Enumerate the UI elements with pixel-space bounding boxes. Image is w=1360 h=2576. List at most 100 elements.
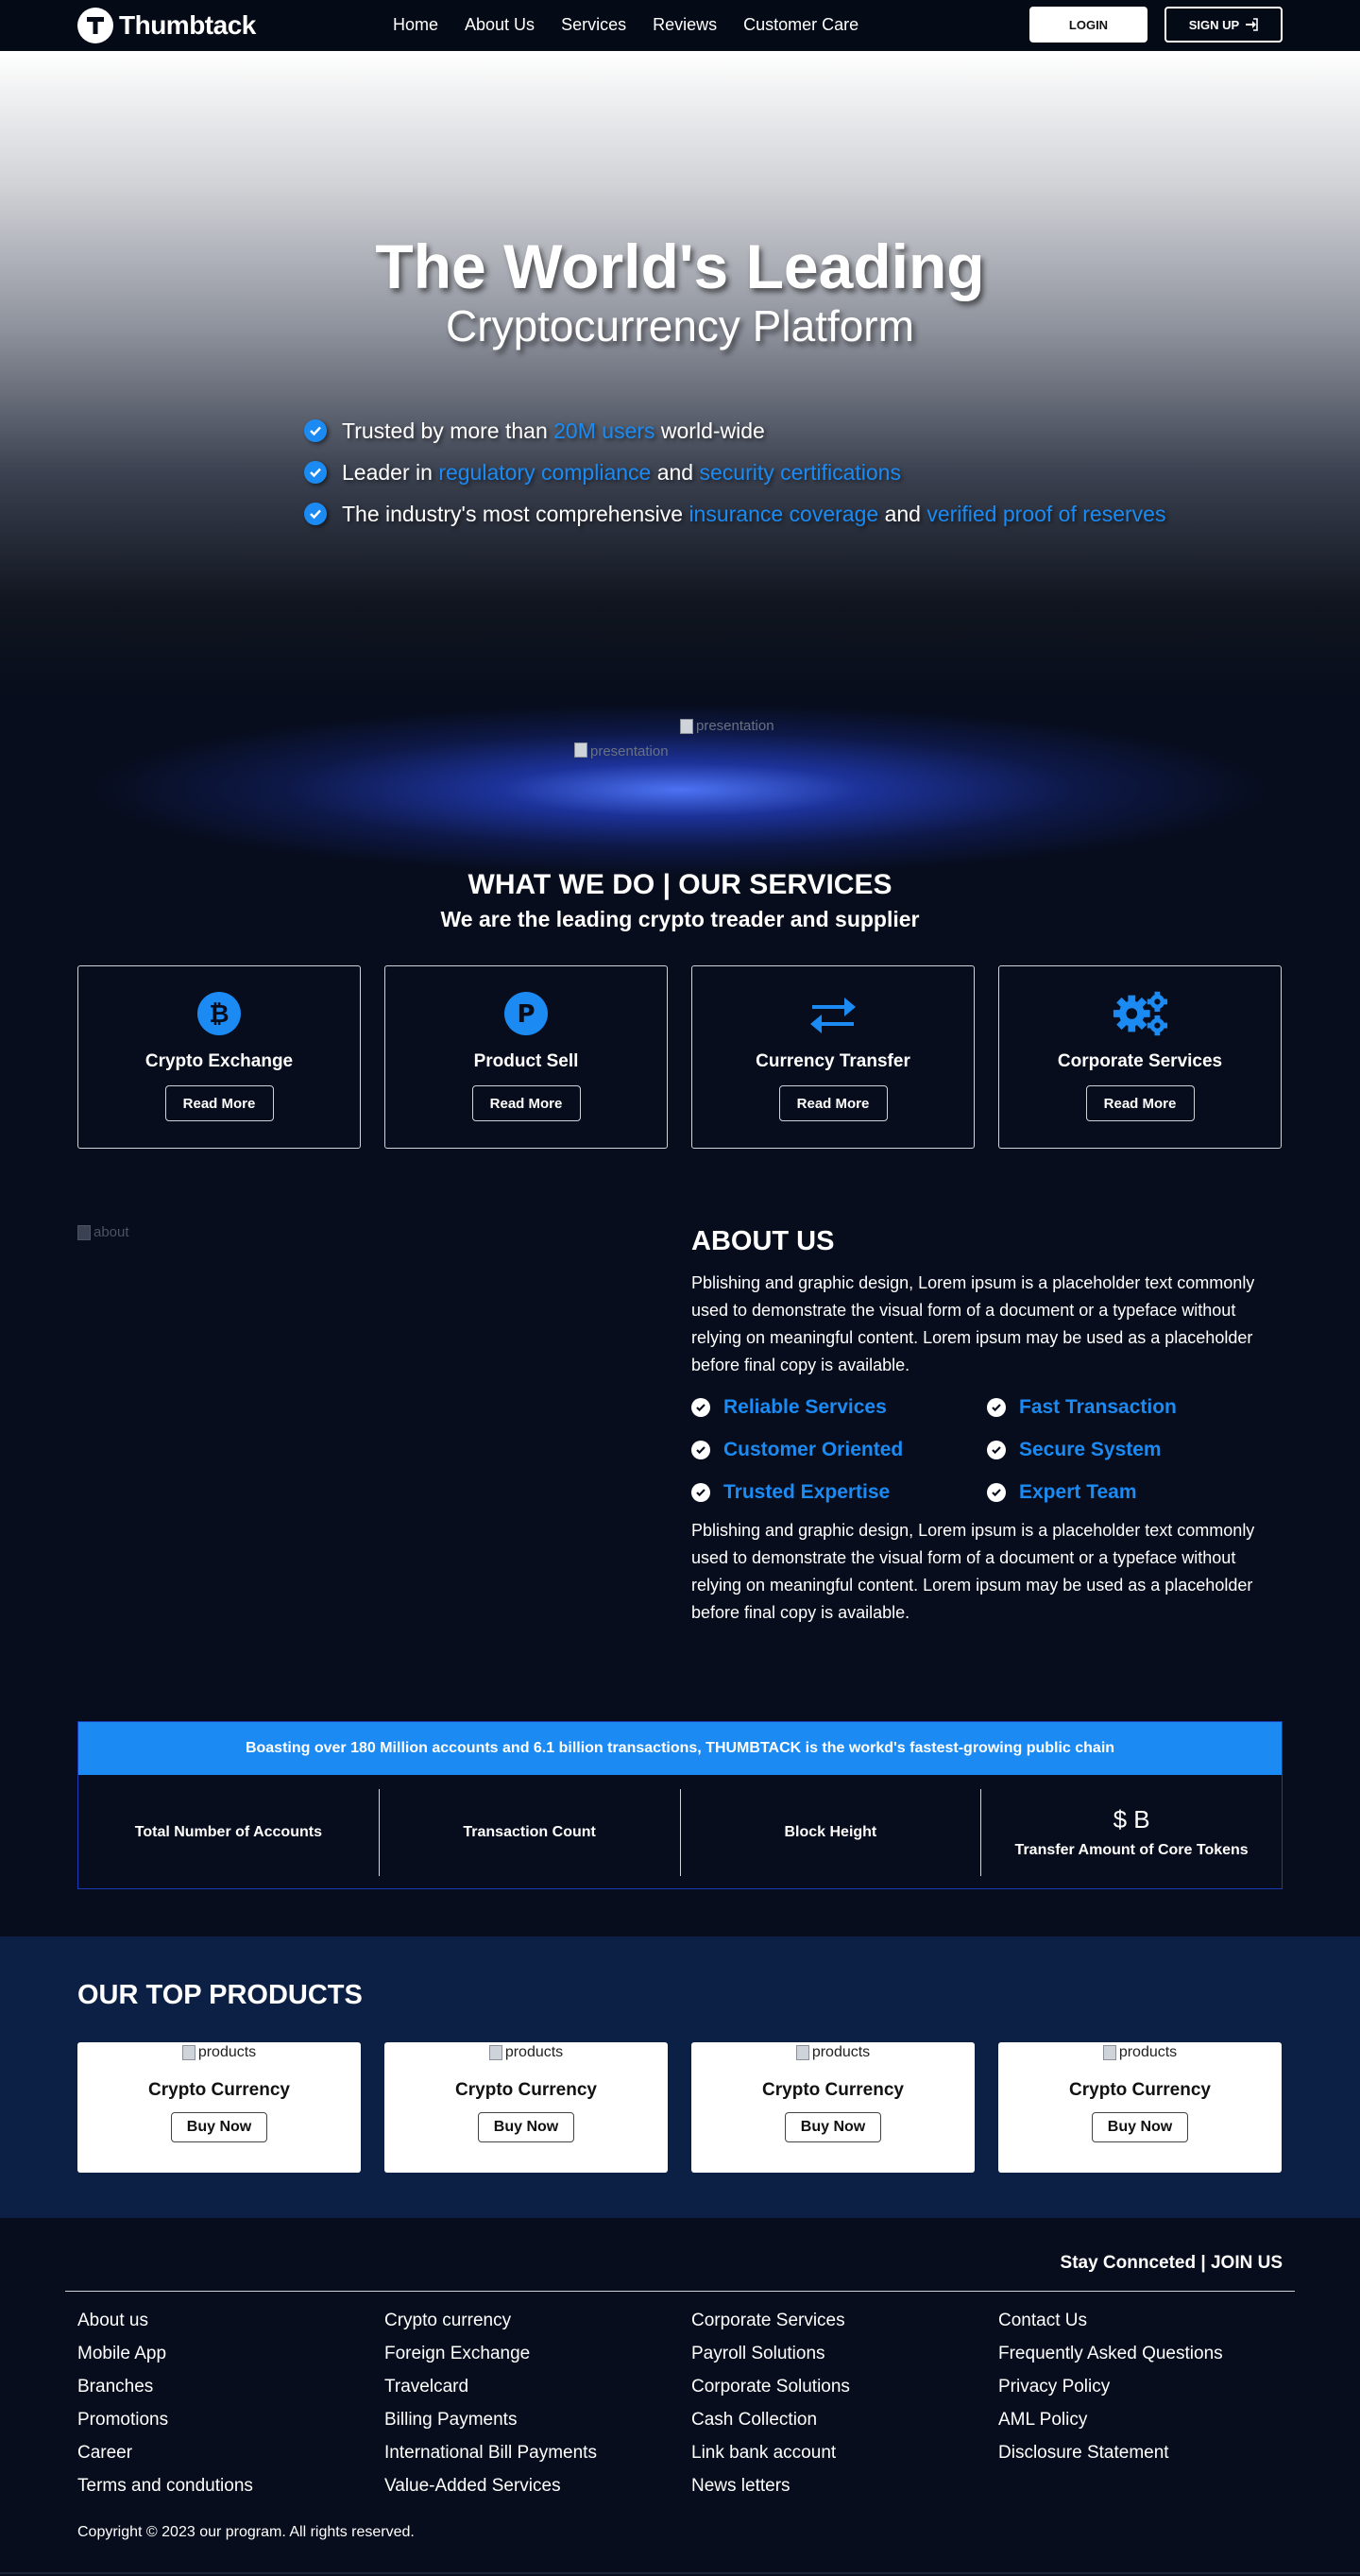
product-name: Crypto Currency <box>762 2080 904 2100</box>
footer-link[interactable]: International Bill Payments <box>384 2443 691 2476</box>
service-card: ₿ Crypto Exchange Read More <box>77 965 361 1149</box>
image-alt-text: products <box>811 2044 871 2060</box>
buy-now-button[interactable]: Buy Now <box>171 2112 267 2142</box>
footer-link[interactable]: Travelcard <box>384 2377 691 2410</box>
service-card-title: Product Sell <box>473 1051 579 1071</box>
feature-label: Trusted Expertise <box>723 1480 891 1503</box>
footer-link[interactable]: Mobile App <box>77 2344 384 2377</box>
stats-row: Total Number of Accounts Transaction Cou… <box>78 1775 1282 1889</box>
footer-link[interactable]: Foreign Exchange <box>384 2344 691 2377</box>
footer-link[interactable]: Link bank account <box>691 2443 998 2476</box>
check-circle-icon <box>304 461 327 484</box>
footer-link[interactable]: Value-Added Services <box>384 2476 691 2509</box>
footer-link[interactable]: News letters <box>691 2476 998 2509</box>
footer-link[interactable]: Contact Us <box>998 2311 1305 2344</box>
brand-name: Thumbtack <box>119 10 256 40</box>
about-paragraph: Pblishing and graphic design, Lorem ipsu… <box>691 1273 1255 1374</box>
broken-image-icon <box>795 2045 809 2060</box>
broken-image-icon <box>77 1224 91 1240</box>
product-image: products <box>181 2044 256 2061</box>
hero-bullet: The industry's most comprehensive insura… <box>304 493 1165 535</box>
product-name: Crypto Currency <box>455 2080 597 2100</box>
buy-now-button[interactable]: Buy Now <box>1092 2112 1188 2142</box>
service-card-title: Currency Transfer <box>756 1051 910 1071</box>
bullet-text: and <box>884 501 921 526</box>
nav-link-home[interactable]: Home <box>393 15 438 35</box>
footer-link[interactable]: Cash Collection <box>691 2410 998 2443</box>
footer-link[interactable]: Career <box>77 2443 384 2476</box>
product-image: products <box>488 2044 564 2061</box>
footer-link[interactable]: Terms and condutions <box>77 2476 384 2509</box>
bullet-highlight: 20M users <box>553 418 655 443</box>
hero-bullet: Trusted by more than 20M users world-wid… <box>304 410 1165 452</box>
products-title: OUR TOP PRODUCTS <box>77 1980 363 2010</box>
footer-link[interactable]: Frequently Asked Questions <box>998 2344 1305 2377</box>
signup-button[interactable]: SIGN UP <box>1164 7 1283 43</box>
service-card: P Product Sell Read More <box>384 965 668 1149</box>
read-more-button[interactable]: Read More <box>778 1085 888 1121</box>
feature-item: Reliable Services <box>691 1392 987 1422</box>
product-card: products Crypto Currency Buy Now <box>691 2042 975 2173</box>
join-us-link[interactable]: Stay Connceted | JOIN US <box>1061 2253 1283 2274</box>
stat-label: Block Height <box>784 1823 877 1840</box>
login-button[interactable]: LOGIN <box>1029 7 1148 43</box>
footer-link[interactable]: Privacy Policy <box>998 2377 1305 2410</box>
footer-link[interactable]: Billing Payments <box>384 2410 691 2443</box>
nav-link-about[interactable]: About Us <box>465 15 535 35</box>
hero-bullet-list: Trusted by more than 20M users world-wid… <box>304 410 1165 535</box>
service-card: Currency Transfer Read More <box>691 965 975 1149</box>
footer-link[interactable]: Payroll Solutions <box>691 2344 998 2377</box>
product-hunt-icon: P <box>498 991 554 1036</box>
buy-now-button[interactable]: Buy Now <box>785 2112 881 2142</box>
main-menu: Home About Us Services Reviews Customer … <box>393 15 885 35</box>
feature-item: Fast Transaction <box>987 1392 1270 1422</box>
read-more-button[interactable]: Read More <box>1085 1085 1195 1121</box>
check-circle-icon <box>987 1482 1006 1502</box>
nav-link-customer-care[interactable]: Customer Care <box>743 15 858 35</box>
feature-label: Secure System <box>1019 1438 1162 1460</box>
nav-link-reviews[interactable]: Reviews <box>653 15 717 35</box>
product-name: Crypto Currency <box>148 2080 290 2100</box>
footer-link[interactable]: Promotions <box>77 2410 384 2443</box>
image-alt-text: products <box>1118 2044 1178 2060</box>
footer-column: Corporate Services Payroll Solutions Cor… <box>691 2311 998 2509</box>
sign-in-icon <box>1246 18 1259 31</box>
broken-image-icon <box>1102 2045 1116 2060</box>
feature-item: Secure System <box>987 1435 1270 1464</box>
stat-item: Block Height <box>681 1788 982 1876</box>
check-circle-icon <box>691 1482 710 1502</box>
footer-link[interactable]: About us <box>77 2311 384 2344</box>
footer-link[interactable]: AML Policy <box>998 2410 1305 2443</box>
presentation-image: presentation <box>680 718 774 734</box>
stat-label: Transaction Count <box>463 1823 596 1840</box>
footer-link[interactable]: Corporate Solutions <box>691 2377 998 2410</box>
footer-link[interactable]: Branches <box>77 2377 384 2410</box>
footer-link[interactable]: Crypto currency <box>384 2311 691 2344</box>
footer-bottom-line <box>0 2572 1360 2574</box>
product-image: products <box>795 2044 871 2061</box>
buy-now-button[interactable]: Buy Now <box>478 2112 574 2142</box>
footer-link[interactable]: Disclosure Statement <box>998 2443 1305 2476</box>
broken-image-icon <box>574 742 587 758</box>
image-alt-text: products <box>504 2044 564 2060</box>
stats-banner: Boasting over 180 Million accounts and 6… <box>78 1722 1282 1775</box>
feature-label: Expert Team <box>1019 1480 1137 1503</box>
svg-text:P: P <box>517 1000 535 1029</box>
check-circle-icon <box>304 419 327 442</box>
top-navbar: Thumbtack Home About Us Services Reviews… <box>0 0 1360 51</box>
read-more-button[interactable]: Read More <box>164 1085 274 1121</box>
stats-panel: Boasting over 180 Million accounts and 6… <box>77 1721 1283 1889</box>
image-alt-text: about <box>94 1224 129 1240</box>
bullet-text: world-wide <box>660 418 765 443</box>
read-more-button[interactable]: Read More <box>471 1085 581 1121</box>
about-paragraph: Pblishing and graphic design, Lorem ipsu… <box>691 1521 1255 1622</box>
brand-logo-link[interactable]: Thumbtack <box>77 8 256 43</box>
feature-label: Reliable Services <box>723 1395 887 1418</box>
about-image: about <box>77 1224 129 1240</box>
nav-link-services[interactable]: Services <box>561 15 626 35</box>
feature-item: Customer Oriented <box>691 1435 987 1464</box>
footer-link[interactable]: Corporate Services <box>691 2311 998 2344</box>
bullet-text: Leader in <box>342 459 433 485</box>
bullet-text: Trusted by more than <box>342 418 548 443</box>
check-circle-icon <box>987 1440 1006 1459</box>
